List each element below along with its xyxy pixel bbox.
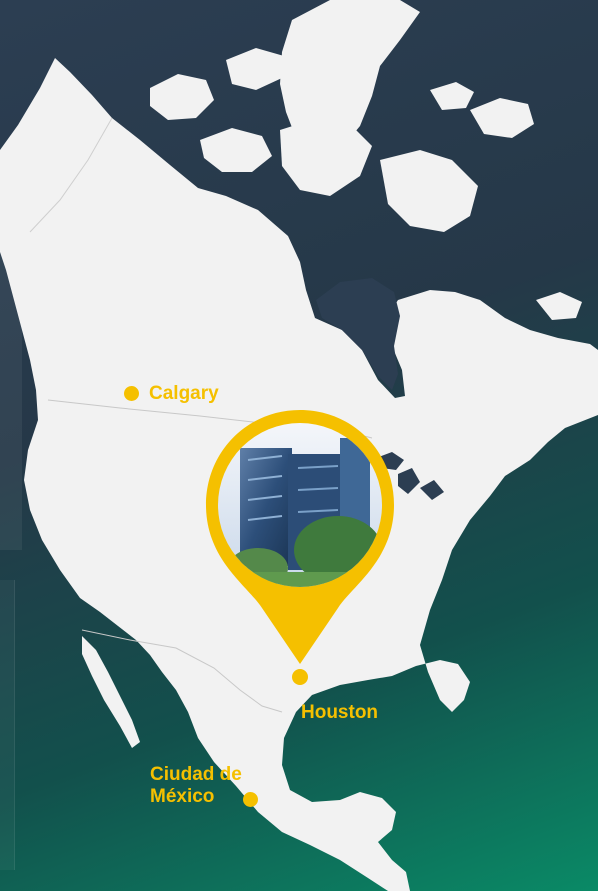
background-panel <box>0 250 22 550</box>
mexico-dot[interactable] <box>243 792 258 807</box>
north-america-map <box>0 0 598 891</box>
location-label-line2: México <box>150 785 215 807</box>
location-label-line1: Ciudad de <box>150 764 242 785</box>
location-label: Calgary <box>149 383 219 404</box>
location-label: Houston <box>301 702 379 723</box>
location-calgary[interactable]: Calgary <box>124 383 219 405</box>
houston-dot[interactable] <box>292 669 308 685</box>
location-dot <box>124 386 139 402</box>
office-tower-photo <box>218 423 382 587</box>
baja-california <box>82 636 140 748</box>
background-panel-lower <box>0 580 15 870</box>
location-houston[interactable]: Houston <box>301 702 378 724</box>
